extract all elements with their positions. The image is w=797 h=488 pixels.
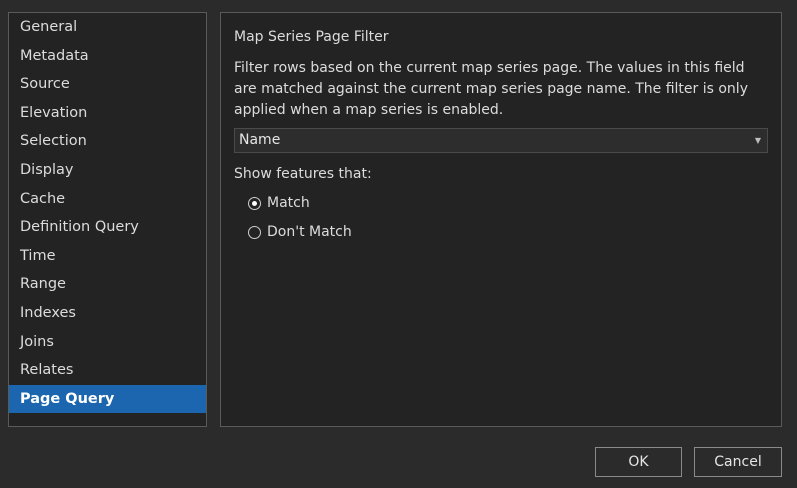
sidebar-item-elevation[interactable]: Elevation: [9, 99, 206, 128]
window-top-edge: [0, 0, 797, 12]
sidebar-item-indexes[interactable]: Indexes: [9, 299, 206, 328]
sidebar-item-source[interactable]: Source: [9, 70, 206, 99]
ok-button[interactable]: OK: [595, 447, 682, 477]
sidebar-item-range[interactable]: Range: [9, 270, 206, 299]
page-field-select-value: Name: [239, 132, 281, 148]
radio-match[interactable]: Match: [248, 195, 310, 211]
cancel-button[interactable]: Cancel: [694, 447, 782, 477]
description-text: Filter rows based on the current map ser…: [234, 60, 748, 118]
sidebar-item-general[interactable]: General: [9, 13, 206, 42]
sidebar-item-definition-query[interactable]: Definition Query: [9, 213, 206, 242]
show-features-label: Show features that:: [234, 166, 372, 182]
chevron-down-icon[interactable]: ▼: [755, 129, 761, 152]
sidebar-item-cache[interactable]: Cache: [9, 185, 206, 214]
sidebar-item-relates[interactable]: Relates: [9, 356, 206, 385]
radio-dont-match-label: Don't Match: [267, 224, 352, 240]
radio-selected-icon[interactable]: [248, 196, 261, 210]
properties-sidebar: General Metadata Source Elevation Select…: [8, 12, 207, 427]
page-query-panel: Map Series Page Filter Filter rows based…: [220, 12, 782, 427]
radio-match-label: Match: [267, 195, 310, 211]
radio-unselected-icon[interactable]: [248, 225, 261, 239]
section-title: Map Series Page Filter: [234, 29, 389, 45]
sidebar-item-display[interactable]: Display: [9, 156, 206, 185]
sidebar-item-time[interactable]: Time: [9, 242, 206, 271]
sidebar-item-joins[interactable]: Joins: [9, 328, 206, 357]
sidebar-item-metadata[interactable]: Metadata: [9, 42, 206, 71]
sidebar-item-page-query[interactable]: Page Query: [9, 384, 206, 414]
page-field-select[interactable]: Name ▼: [234, 128, 768, 153]
sidebar-item-selection[interactable]: Selection: [9, 127, 206, 156]
radio-dont-match[interactable]: Don't Match: [248, 224, 352, 240]
